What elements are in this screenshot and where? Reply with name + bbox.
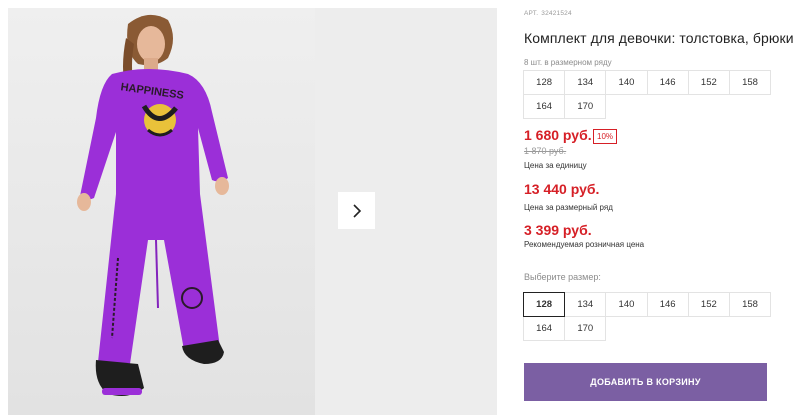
pack-size-cell: 134 <box>564 70 607 95</box>
recommended-retail-price: 3 399 руб. <box>524 222 592 238</box>
unit-price: 1 680 руб. <box>524 127 592 143</box>
recommended-retail-price-caption: Рекомендуемая розничная цена <box>524 240 645 249</box>
pack-size-cell: 164 <box>523 94 566 119</box>
pack-size-cell: 152 <box>687 70 730 95</box>
pack-size-cell: 170 <box>564 94 607 119</box>
size-row-price-caption: Цена за размерный ряд <box>524 203 613 212</box>
product-photo-illustration: HAPPINESS <box>8 8 315 415</box>
size-option-140[interactable]: 140 <box>605 292 648 317</box>
article-label: АРТ. <box>524 10 539 17</box>
product-image: HAPPINESS <box>8 8 315 415</box>
article-number: АРТ. 32421524 <box>524 10 572 17</box>
size-option-158[interactable]: 158 <box>728 292 772 317</box>
size-option-128[interactable]: 128 <box>523 292 566 317</box>
size-option-164[interactable]: 164 <box>523 316 566 341</box>
unit-price-caption: Цена за единицу <box>524 161 587 170</box>
size-selector: 128 134 140 146 152 158 164 170 <box>523 292 772 341</box>
product-title: Комплект для девочки: толстовка, брюки <box>524 30 794 46</box>
size-option-146[interactable]: 146 <box>646 292 689 317</box>
size-option-170[interactable]: 170 <box>564 316 607 341</box>
pack-size-note: 8 шт. в размерном ряду <box>524 58 612 67</box>
pack-size-list: 128 134 140 146 152 158 164 170 <box>523 70 772 119</box>
chevron-right-icon <box>352 203 361 218</box>
next-image-button[interactable] <box>338 192 375 229</box>
add-to-cart-button[interactable]: ДОБАВИТЬ В КОРЗИНУ <box>524 363 767 401</box>
pack-size-cell: 128 <box>523 70 566 95</box>
size-option-134[interactable]: 134 <box>564 292 607 317</box>
discount-badge: 10% <box>593 129 618 144</box>
pack-size-cell: 140 <box>605 70 648 95</box>
pack-size-cell: 158 <box>728 70 772 95</box>
size-row-price: 13 440 руб. <box>524 181 600 197</box>
pack-size-cell: 146 <box>646 70 689 95</box>
article-value: 32421524 <box>541 10 572 17</box>
old-price: 1 870 руб. <box>524 146 567 156</box>
choose-size-label: Выберите размер: <box>524 272 601 282</box>
size-option-152[interactable]: 152 <box>687 292 730 317</box>
